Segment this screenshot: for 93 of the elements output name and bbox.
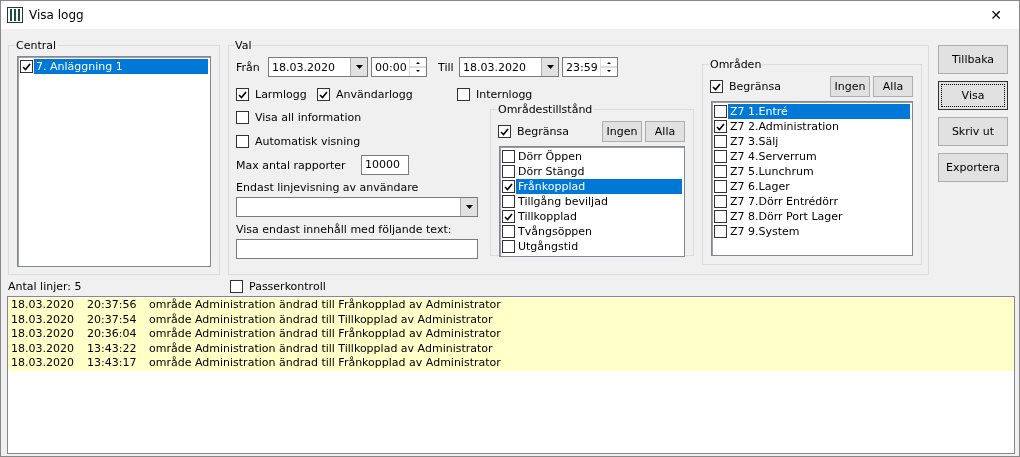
check-icon [238, 90, 247, 99]
group-title: Val [234, 39, 253, 52]
check-icon [504, 212, 513, 221]
check-icon [22, 62, 31, 71]
checkbox[interactable] [502, 165, 515, 178]
time-field[interactable]: 00:00 [371, 57, 427, 77]
check-icon [500, 127, 509, 136]
field-label: Endast linjevisning av användare [236, 181, 420, 194]
list-item[interactable]: Z7 3.Sälj [728, 134, 910, 149]
checkbox[interactable] [502, 150, 515, 163]
checkbox[interactable] [236, 88, 249, 101]
checkbox[interactable] [502, 225, 515, 238]
time-field[interactable]: 23:59 [562, 57, 618, 77]
group-title: Områden [709, 58, 763, 71]
checkbox[interactable] [714, 135, 727, 148]
checkbox[interactable] [502, 180, 515, 193]
app-icon [7, 7, 23, 23]
field-label: Max antal rapporter [236, 158, 347, 172]
list-item[interactable]: Z7 9.System [728, 224, 910, 239]
checkbox[interactable] [714, 195, 727, 208]
list-button[interactable]: Alla [645, 121, 685, 142]
checkbox[interactable] [714, 180, 727, 193]
list-item[interactable]: Tvångsöppen [516, 224, 682, 239]
input-field[interactable] [236, 239, 478, 259]
checkbox[interactable] [714, 150, 727, 163]
checkbox-label: Begränsa [729, 80, 781, 93]
checkbox[interactable] [714, 225, 727, 238]
dropdown-arrow-icon [546, 65, 554, 69]
dropdown-arrow-icon [355, 65, 363, 69]
check-icon [716, 122, 725, 131]
list-item[interactable]: Utgångstid [516, 239, 682, 254]
list-button[interactable]: Ingen [602, 121, 642, 142]
dialog-button[interactable]: Tillbaka [938, 45, 1008, 74]
dropdown-arrow-icon [465, 205, 473, 209]
dialog-button[interactable]: Skriv ut [938, 117, 1008, 146]
list-item[interactable]: Frånkopplad [516, 179, 682, 194]
list-item[interactable]: Dörr Stängd [516, 164, 682, 179]
list-button[interactable]: Ingen [830, 76, 870, 97]
checkbox[interactable] [714, 120, 727, 133]
check-icon [712, 82, 721, 91]
checkbox-label: Användarlogg [336, 88, 413, 101]
date-picker[interactable]: 18.03.2020 [268, 57, 368, 77]
log-row[interactable]: 18.03.2020 20:36:04 område Administration ändrad till Frånkopplad av Administrator [8, 327, 1014, 342]
input-field[interactable]: 10000 [361, 155, 409, 175]
checkbox-label: Visa all information [255, 111, 362, 124]
field-label: Visa endast innehåll med följande text: [236, 223, 453, 236]
checkbox[interactable] [710, 80, 723, 93]
check-icon [504, 182, 513, 191]
group-title: Central [15, 39, 58, 52]
list-item[interactable]: Z7 8.Dörr Port Lager [728, 209, 910, 224]
list-item[interactable]: Tillgång beviljad [516, 194, 682, 209]
list-item[interactable]: Z7 7.Dörr Entrédörr [728, 194, 910, 209]
check-icon [319, 90, 328, 99]
list-item[interactable]: 7. Anläggning 1 [34, 59, 208, 74]
checkbox[interactable] [714, 165, 727, 178]
date-picker[interactable]: 18.03.2020 [459, 57, 559, 77]
checkbox[interactable] [502, 240, 515, 253]
checkbox[interactable] [236, 111, 249, 124]
list-item[interactable]: Z7 4.Serverrum [728, 149, 910, 164]
checkbox[interactable] [714, 105, 727, 118]
checkbox[interactable] [502, 210, 515, 223]
list-item[interactable]: Z7 5.Lunchrum [728, 164, 910, 179]
field-label: Till [438, 60, 455, 74]
log-row[interactable]: 18.03.2020 13:43:17 område Administration ändrad till Frånkopplad av Administrator [8, 356, 1014, 371]
list-button[interactable]: Alla [873, 76, 913, 97]
spinner[interactable] [409, 58, 426, 76]
checkbox[interactable] [714, 210, 727, 223]
line-count: Antal linjer: 5 [8, 279, 83, 293]
checkbox-label: Automatisk visning [255, 135, 361, 148]
dropdown[interactable] [236, 197, 478, 217]
checkbox-label: Begränsa [517, 125, 569, 138]
checkbox[interactable] [317, 88, 330, 101]
checkbox[interactable] [20, 60, 33, 73]
dialog-button[interactable]: Exportera [938, 153, 1008, 182]
checkbox-label: Larmlogg [255, 88, 307, 101]
list-item[interactable]: Z7 6.Lager [728, 179, 910, 194]
checkbox[interactable] [457, 88, 470, 101]
checkbox[interactable] [230, 279, 243, 293]
checkbox[interactable] [498, 125, 511, 138]
checkbox[interactable] [236, 135, 249, 148]
group-title: Områdestillstånd [497, 103, 594, 116]
list-item[interactable]: Z7 1.Entré [728, 104, 910, 119]
list-item[interactable]: Dörr Öppen [516, 149, 682, 164]
checkbox-label: Passerkontroll [249, 279, 326, 293]
list-item[interactable]: Z7 2.Administration [728, 119, 910, 134]
log-row[interactable]: 18.03.2020 20:37:56 område Administration ändrad till Frånkopplad av Administrator [8, 298, 1014, 313]
dialog-button[interactable]: Visa [938, 81, 1008, 110]
checkbox[interactable] [502, 195, 515, 208]
checkbox-label: Internlogg [476, 88, 533, 101]
spinner[interactable] [600, 58, 617, 76]
list-item[interactable]: Tillkopplad [516, 209, 682, 224]
window-title: Visa logg [29, 8, 85, 22]
field-label: Från [236, 60, 261, 74]
